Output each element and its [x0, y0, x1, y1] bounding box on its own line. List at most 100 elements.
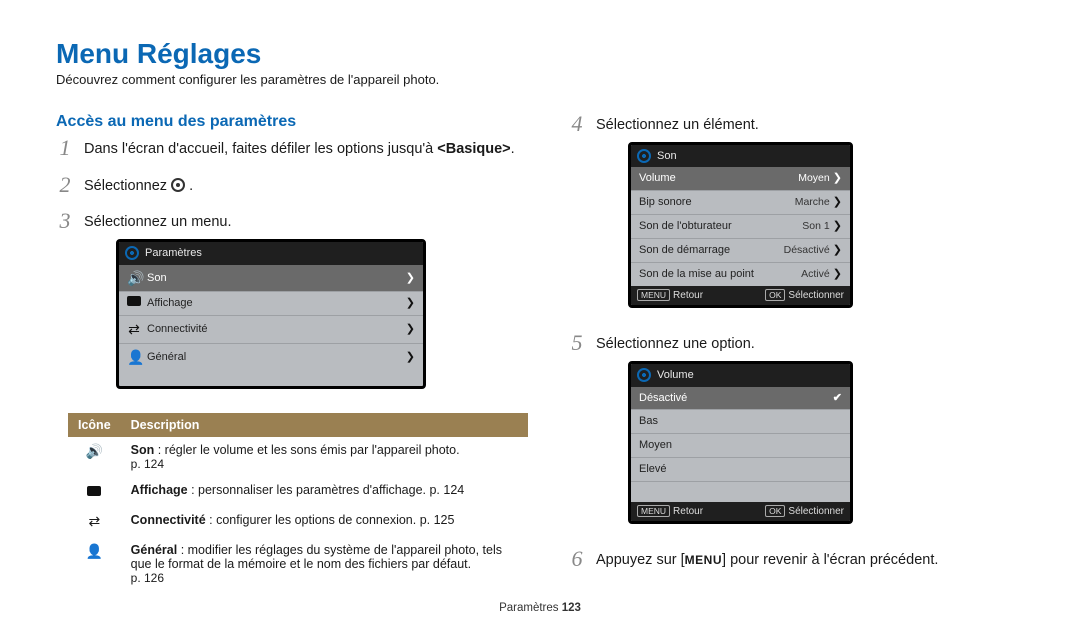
icon-description-table: Icône Description Son : régler le volume… — [68, 413, 528, 591]
table-row: Général : modifier les réglages du systè… — [68, 537, 528, 591]
panel-volume-menu: Volume Désactivé ✔ Bas Moyen — [628, 361, 853, 525]
th-icon: Icône — [68, 413, 121, 437]
volume-row-moyen[interactable]: Moyen — [631, 434, 850, 458]
step-1-bold: <Basique> — [437, 141, 510, 157]
volume-row-eleve[interactable]: Elevé — [631, 458, 850, 482]
chevron-right-icon: ❯ — [406, 350, 415, 365]
step-5-text: Sélectionnez une option. — [596, 336, 755, 352]
row-label: Connectivité — [147, 322, 400, 337]
chevron-right-icon: ❯ — [406, 271, 415, 286]
row-desc: : modifier les réglages du système de l'… — [131, 543, 502, 571]
network-icon — [88, 513, 100, 530]
step-2-text: Sélectionnez — [84, 178, 171, 194]
page-subtitle: Découvrez comment configurer les paramèt… — [56, 72, 1024, 87]
check-icon: ✔ — [833, 391, 842, 406]
dial-icon — [637, 149, 651, 163]
network-icon — [127, 320, 141, 339]
settings-row-affichage[interactable]: Affichage ❯ — [119, 292, 423, 316]
volume-row-bas[interactable]: Bas — [631, 410, 850, 434]
step-4-text: Sélectionnez un élément. — [596, 117, 759, 133]
row-label: Bas — [639, 414, 842, 429]
settings-row-connectivite[interactable]: Connectivité ❯ — [119, 316, 423, 344]
panel3-title: Paramètres — [145, 246, 202, 261]
menu-key-icon: MENU — [685, 552, 722, 568]
table-row: Affichage : personnaliser les paramètres… — [68, 477, 528, 507]
row-value: Désactivé — [784, 244, 830, 256]
dial-icon — [637, 368, 651, 382]
row-label: Son de la mise au point — [639, 267, 795, 282]
step-1: 1 Dans l'écran d'accueil, faites défiler… — [56, 137, 528, 160]
row-value: Son 1 — [802, 220, 829, 232]
row-label: Désactivé — [639, 391, 827, 406]
row-value: Moyen — [798, 172, 830, 184]
speaker-icon — [127, 269, 141, 288]
chevron-right-icon: ❯ — [406, 296, 415, 311]
chevron-right-icon: ❯ — [406, 322, 415, 337]
section-heading-access: Accès au menu des paramètres — [56, 113, 528, 131]
panel-settings-menu: Paramètres Son ❯ Affichage ❯ — [116, 239, 426, 389]
ok-tag: OK — [765, 289, 785, 301]
step-3: 3 Sélectionnez un menu. Paramètres Son — [56, 210, 528, 399]
row-name: Affichage — [131, 483, 188, 497]
chevron-right-icon: ❯ — [833, 244, 842, 256]
volume-row-empty — [631, 482, 850, 502]
row-label: Son de démarrage — [639, 243, 778, 258]
footer-back[interactable]: Retour — [673, 290, 703, 301]
step-3-text: Sélectionnez un menu. — [84, 214, 232, 230]
speaker-icon — [86, 443, 103, 460]
son-row-mise-au-point[interactable]: Son de la mise au point Activé ❯ — [631, 263, 850, 286]
panel-son-menu: Son Volume Moyen ❯ Bip sonore Marche ❯ — [628, 142, 853, 309]
settings-row-son[interactable]: Son ❯ — [119, 265, 423, 293]
son-row-bip[interactable]: Bip sonore Marche ❯ — [631, 191, 850, 215]
step-5: 5 Sélectionnez une option. Volume Désact… — [568, 332, 1024, 534]
son-row-demarrage[interactable]: Son de démarrage Désactivé ❯ — [631, 239, 850, 263]
person-icon — [127, 348, 141, 367]
settings-row-general[interactable]: Général ❯ — [119, 344, 423, 371]
step-number: 2 — [56, 174, 74, 196]
footer-ok[interactable]: Sélectionner — [788, 506, 844, 517]
row-name: Connectivité — [131, 513, 206, 527]
step-1-text-c: . — [511, 141, 515, 157]
person-icon — [86, 543, 103, 560]
table-row: Son : régler le volume et les sons émis … — [68, 437, 528, 477]
row-name: Son — [131, 443, 155, 457]
menu-tag: MENU — [637, 289, 670, 301]
son-row-volume[interactable]: Volume Moyen ❯ — [631, 167, 850, 191]
step-number: 1 — [56, 137, 74, 159]
row-label: Son de l'obturateur — [639, 219, 796, 234]
step-6-b: ] pour revenir à l'écran précédent. — [722, 552, 938, 568]
page-footer: Paramètres 123 — [0, 602, 1080, 614]
row-value: Marche — [795, 196, 830, 208]
row-label: Affichage — [147, 296, 400, 311]
row-label: Elevé — [639, 462, 842, 477]
th-desc: Description — [121, 413, 528, 437]
step-number: 3 — [56, 210, 74, 232]
row-value: Activé — [801, 268, 830, 280]
step-number: 4 — [568, 113, 586, 135]
dial-icon — [125, 246, 139, 260]
row-desc: : personnaliser les paramètres d'afficha… — [188, 483, 465, 497]
footer-category: Paramètres — [499, 602, 562, 614]
row-label: Bip sonore — [639, 195, 789, 210]
row-label: Son — [147, 271, 400, 286]
footer-ok[interactable]: Sélectionner — [788, 290, 844, 301]
panel4-title: Son — [657, 149, 677, 164]
step-number: 5 — [568, 332, 586, 354]
son-row-obturateur[interactable]: Son de l'obturateur Son 1 ❯ — [631, 215, 850, 239]
row-page: p. 124 — [131, 457, 164, 471]
row-page: p. 126 — [131, 571, 164, 585]
right-column: 4 Sélectionnez un élément. Son Volume Mo… — [568, 107, 1024, 591]
row-name: Général — [131, 543, 178, 557]
row-label: Moyen — [639, 438, 842, 453]
row-desc: : configurer les options de connexion. p… — [206, 513, 455, 527]
volume-row-desactive[interactable]: Désactivé ✔ — [631, 387, 850, 411]
menu-tag: MENU — [637, 505, 670, 517]
chevron-right-icon: ❯ — [833, 196, 842, 208]
step-2: 2 Sélectionnez . — [56, 174, 528, 197]
step-1-text-a: Dans l'écran d'accueil, faites défiler l… — [84, 141, 437, 157]
step-4: 4 Sélectionnez un élément. Son Volume Mo… — [568, 113, 1024, 318]
page-title: Menu Réglages — [56, 38, 1024, 70]
left-column: Accès au menu des paramètres 1 Dans l'éc… — [56, 107, 528, 591]
row-label: Général — [147, 350, 400, 365]
footer-back[interactable]: Retour — [673, 506, 703, 517]
